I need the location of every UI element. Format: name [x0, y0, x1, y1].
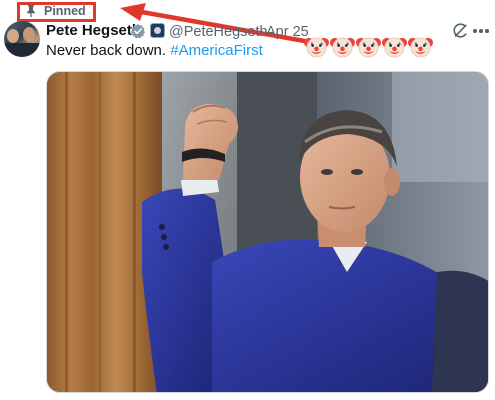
verified-badge-icon[interactable] [130, 23, 146, 39]
tweet-body: Never back down. [46, 42, 171, 59]
tweet-date[interactable]: Apr 25 [266, 23, 309, 41]
clown-emoji-icon [382, 37, 407, 58]
header-separator: · [258, 24, 263, 40]
clown-emoji-icon [356, 37, 381, 58]
author-handle[interactable]: @PeteHegseth [169, 23, 268, 41]
pinned-label: Pinned [44, 4, 86, 18]
clown-emoji-icon [304, 37, 329, 58]
author-display-name[interactable]: Pete Hegseth [46, 22, 141, 40]
tweet-photo[interactable] [46, 71, 489, 393]
tweet-text: Never back down. #AmericaFirst [46, 42, 263, 60]
grok-icon[interactable] [451, 22, 469, 40]
more-options-icon[interactable] [472, 29, 490, 33]
clown-emoji-icon [408, 37, 433, 58]
photo-illustration [47, 72, 488, 392]
author-avatar[interactable] [4, 21, 40, 57]
affiliation-badge-icon[interactable] [150, 23, 165, 38]
hashtag-link[interactable]: #AmericaFirst [170, 42, 263, 59]
clown-emoji-icon [330, 37, 355, 58]
pin-icon [27, 5, 35, 17]
